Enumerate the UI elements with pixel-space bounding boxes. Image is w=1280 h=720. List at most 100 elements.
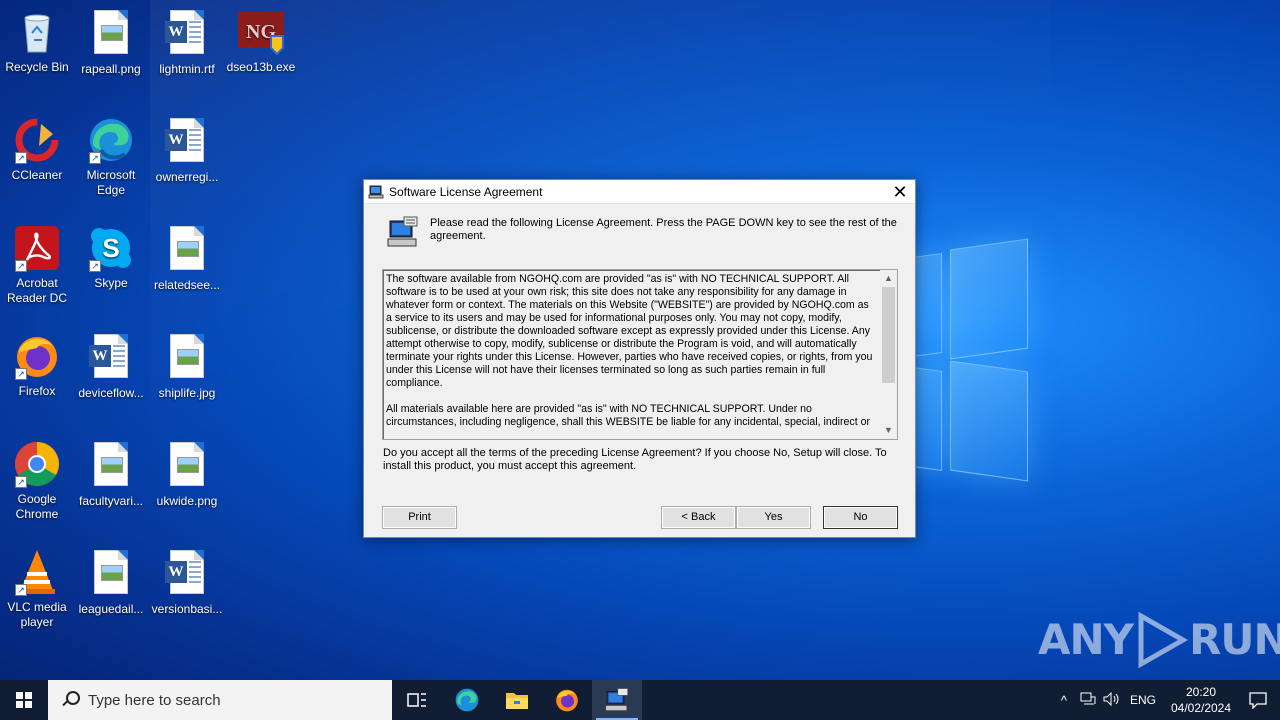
desktop-icon-label: ukwide.png: [156, 494, 218, 508]
setup-computer-icon: [605, 688, 629, 712]
desktop-icon-deviceflow[interactable]: W deviceflow...: [74, 332, 148, 401]
desktop-icon-label: leaguedail...: [78, 602, 144, 616]
network-icon[interactable]: [1076, 692, 1100, 709]
desktop-icon-shiplife[interactable]: shiplife.jpg: [150, 332, 224, 401]
word-doc-icon: W: [87, 334, 135, 382]
scroll-thumb[interactable]: [882, 287, 895, 383]
image-file-icon: [87, 442, 135, 490]
desktop-icon-recycle-bin[interactable]: Recycle Bin: [0, 8, 74, 75]
ccleaner-icon: ↗: [13, 116, 61, 164]
desktop-icon-label: dseo13b.exe: [226, 60, 296, 74]
desktop-icon-versionbasi[interactable]: W versionbasi...: [150, 548, 224, 617]
accept-question-text: Do you accept all the terms of the prece…: [383, 447, 887, 472]
word-doc-icon: W: [163, 118, 211, 166]
desktop-icon-label: VLC media player: [7, 600, 67, 629]
desktop-icon-lightmin[interactable]: W lightmin.rtf: [150, 8, 224, 77]
desktop-icon-label: Skype: [94, 276, 128, 290]
acrobat-icon: ↗: [13, 224, 61, 272]
volume-icon[interactable]: [1100, 691, 1124, 709]
task-view-button[interactable]: [392, 680, 442, 720]
desktop-icon-ccleaner[interactable]: ↗ CCleaner: [0, 116, 74, 183]
clock[interactable]: 20:20 04/02/2024: [1166, 684, 1236, 716]
search-icon: [60, 690, 80, 710]
taskbar-file-explorer[interactable]: [492, 680, 542, 720]
search-placeholder: Type here to search: [88, 691, 221, 709]
vlc-icon: ↗: [13, 548, 61, 596]
start-button[interactable]: [0, 680, 48, 720]
taskbar: Type here to search ^ ENG 20:20 04/02/20…: [0, 680, 1280, 720]
dialog-title: Software License Agreement: [389, 184, 543, 199]
desktop-icon-ukwide[interactable]: ukwide.png: [150, 440, 224, 509]
desktop-icon-dseo13b[interactable]: NG dseo13b.exe: [224, 8, 298, 75]
desktop-icon-label: lightmin.rtf: [159, 62, 215, 76]
image-file-icon: [163, 334, 211, 382]
close-icon[interactable]: ✕: [885, 180, 915, 204]
installer-exe-icon: NG: [237, 8, 285, 56]
desktop-icon-leaguedail[interactable]: leaguedail...: [74, 548, 148, 617]
license-paragraph: The software available from NGOHQ.com ar…: [386, 273, 873, 389]
desktop-icon-vlc[interactable]: ↗ VLC media player: [0, 548, 74, 630]
language-indicator[interactable]: ENG: [1130, 693, 1156, 707]
image-file-icon: [87, 10, 135, 58]
back-button[interactable]: < Back: [661, 506, 736, 529]
desktop-icon-rapeall[interactable]: rapeall.png: [74, 8, 148, 77]
recycle-bin-icon: [13, 8, 61, 56]
anyrun-watermark: ANY RUN: [1038, 610, 1280, 670]
dialog-intro-text: Please read the following License Agreem…: [430, 217, 897, 242]
clock-date: 04/02/2024: [1170, 701, 1232, 715]
notification-center-button[interactable]: [1236, 680, 1280, 720]
svg-text:S: S: [102, 233, 119, 263]
edge-icon: [455, 688, 479, 712]
desktop-icon-facultyvari[interactable]: facultyvari...: [74, 440, 148, 509]
taskbar-edge[interactable]: [442, 680, 492, 720]
desktop-icon-label: facultyvari...: [78, 494, 144, 508]
print-button[interactable]: Print: [382, 506, 457, 529]
desktop-icon-label: versionbasi...: [151, 602, 223, 616]
image-file-icon: [163, 226, 211, 274]
desktop-icon-label: deviceflow...: [78, 386, 144, 400]
desktop-icon-relatedsee[interactable]: relatedsee...: [150, 224, 224, 293]
folder-icon: [506, 693, 528, 709]
desktop-icon-label: Recycle Bin: [5, 60, 69, 74]
system-tray: ^ ENG 20:20 04/02/2024: [1052, 680, 1280, 720]
yes-button[interactable]: Yes: [736, 506, 811, 529]
image-file-icon: [87, 550, 135, 598]
desktop-icon-skype[interactable]: S ↗ Skype: [74, 224, 148, 291]
firefox-icon: ↗: [13, 332, 61, 380]
license-dialog: Software License Agreement ✕ Please read…: [363, 179, 916, 538]
notification-icon: [1249, 692, 1267, 709]
taskbar-search-box[interactable]: Type here to search: [48, 680, 392, 720]
desktop-icon-label: CCleaner: [11, 168, 63, 182]
edge-icon: ↗: [87, 116, 135, 164]
watermark-left: ANY: [1038, 615, 1134, 664]
taskbar-setup-app[interactable]: [592, 680, 642, 720]
word-doc-icon: W: [163, 10, 211, 58]
scroll-down-arrow-icon[interactable]: ▼: [880, 422, 897, 439]
dialog-titlebar[interactable]: Software License Agreement ✕: [364, 180, 915, 204]
chevron-up-icon[interactable]: ^: [1052, 693, 1076, 708]
taskbar-firefox[interactable]: [542, 680, 592, 720]
clock-time: 20:20: [1185, 685, 1217, 699]
desktop-icon-label: ownerregi...: [155, 170, 219, 184]
watermark-right: RUN: [1189, 615, 1280, 664]
scroll-up-arrow-icon[interactable]: ▲: [880, 270, 897, 287]
desktop-icon-label: Acrobat Reader DC: [6, 276, 68, 305]
firefox-icon: [556, 689, 578, 712]
desktop-icon-label: Google Chrome: [15, 492, 59, 521]
play-logo-icon: [1138, 611, 1189, 669]
word-doc-icon: W: [163, 550, 211, 598]
desktop-icon-edge[interactable]: ↗ Microsoft Edge: [74, 116, 148, 198]
license-text-area[interactable]: The software available from NGOHQ.com ar…: [382, 269, 898, 440]
desktop-icon-ownerregi[interactable]: W ownerregi...: [150, 116, 224, 185]
skype-icon: S ↗: [87, 224, 135, 272]
desktop-icon-firefox[interactable]: ↗ Firefox: [0, 332, 74, 399]
desktop-icon-chrome[interactable]: ↗ Google Chrome: [0, 440, 74, 522]
setup-computer-icon: [368, 185, 384, 198]
desktop-icon-label: relatedsee...: [153, 278, 221, 292]
windows-logo-icon: [16, 692, 32, 708]
setup-computer-icon: [387, 216, 418, 247]
desktop-icon-acrobat[interactable]: ↗ Acrobat Reader DC: [0, 224, 74, 306]
image-file-icon: [163, 442, 211, 490]
license-scrollbar[interactable]: ▲ ▼: [880, 270, 897, 439]
no-button[interactable]: No: [823, 506, 898, 529]
